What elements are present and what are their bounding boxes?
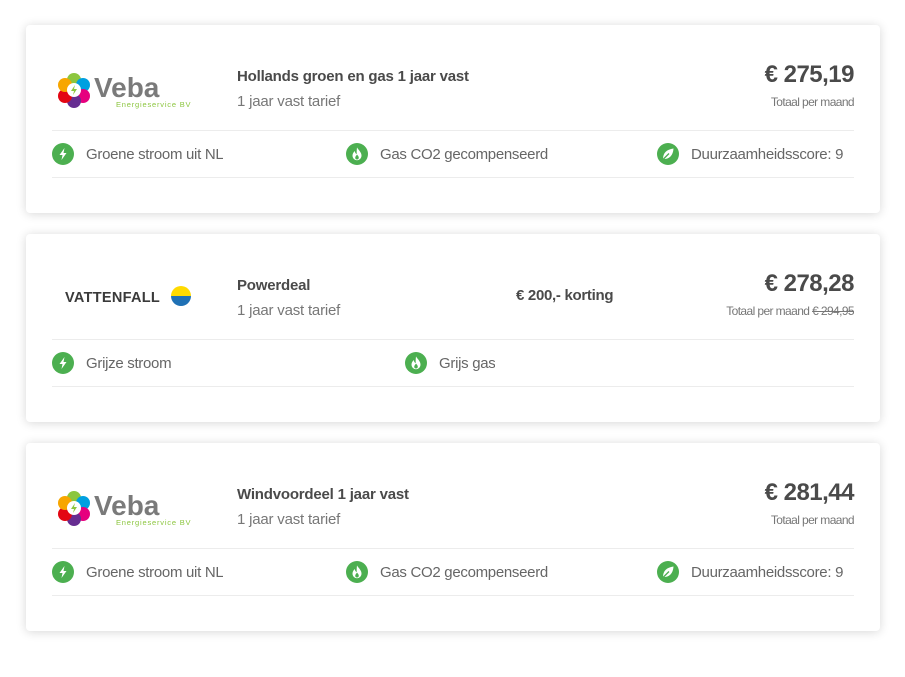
vattenfall-logo: VATTENFALL: [65, 286, 191, 306]
leaf-icon: [657, 143, 679, 165]
svg-text:Energieservice BV: Energieservice BV: [116, 100, 191, 109]
feature-item: Gas CO2 gecompenseerd: [346, 143, 548, 165]
price-label: Totaal per maand: [770, 95, 855, 109]
feature-item: Groene stroom uit NL: [52, 561, 223, 583]
feature-item: Duurzaamheidsscore: 9: [657, 561, 854, 583]
price: € 278,28: [764, 270, 855, 297]
product-name: Windvoordeel 1 jaar vast: [237, 486, 409, 503]
offer-header: Veba Energieservice BV Windvoordeel 1 ja…: [26, 443, 880, 549]
tariff-label: 1 jaar vast tarief: [237, 302, 341, 319]
price-label: Totaal per maand: [770, 513, 855, 527]
product-name: Hollands groen en gas 1 jaar vast: [237, 68, 469, 85]
leaf-icon: [657, 561, 679, 583]
price-label: Totaal per maand € 294,95: [726, 304, 854, 318]
price: € 281,44: [764, 479, 855, 506]
feature-item: Duurzaamheidsscore: 9: [657, 143, 854, 165]
flame-icon: [346, 561, 368, 583]
tariff-label: 1 jaar vast tarief: [237, 511, 341, 528]
svg-text:Energieservice BV: Energieservice BV: [116, 518, 191, 527]
offer-header: Veba Energieservice BV Hollands groen en…: [26, 25, 880, 131]
feature-item: Gas CO2 gecompenseerd: [346, 561, 548, 583]
product-name: Powerdeal: [237, 277, 311, 294]
feature-item: Grijs gas: [405, 352, 495, 374]
bolt-icon: [52, 143, 74, 165]
feature-list: Grijze stroom Grijs gas: [52, 339, 854, 387]
flame-icon: [405, 352, 427, 374]
price: € 275,19: [764, 61, 855, 88]
veba-logo: Veba Energieservice BV: [58, 72, 191, 109]
svg-text:Veba: Veba: [94, 72, 160, 103]
old-price: € 294,95: [812, 304, 855, 318]
bolt-icon: [52, 352, 74, 374]
offer-header: VATTENFALL Powerdeal 1 jaar vast tarief …: [26, 234, 880, 340]
veba-logo: Veba Energieservice BV: [58, 490, 191, 527]
bolt-icon: [52, 561, 74, 583]
offer-card[interactable]: Veba Energieservice BV Hollands groen en…: [26, 25, 880, 213]
discount-label: € 200,- korting: [516, 287, 614, 304]
feature-item: Grijze stroom: [52, 352, 171, 374]
offer-card[interactable]: Veba Energieservice BV Windvoordeel 1 ja…: [26, 443, 880, 631]
svg-text:Veba: Veba: [94, 490, 160, 521]
tariff-label: 1 jaar vast tarief: [237, 93, 341, 110]
flame-icon: [346, 143, 368, 165]
feature-item: Groene stroom uit NL: [52, 143, 223, 165]
feature-list: Groene stroom uit NL Gas CO2 gecompensee…: [52, 130, 854, 178]
feature-list: Groene stroom uit NL Gas CO2 gecompensee…: [52, 548, 854, 596]
svg-text:VATTENFALL: VATTENFALL: [65, 290, 160, 306]
offer-card[interactable]: VATTENFALL Powerdeal 1 jaar vast tarief …: [26, 234, 880, 422]
